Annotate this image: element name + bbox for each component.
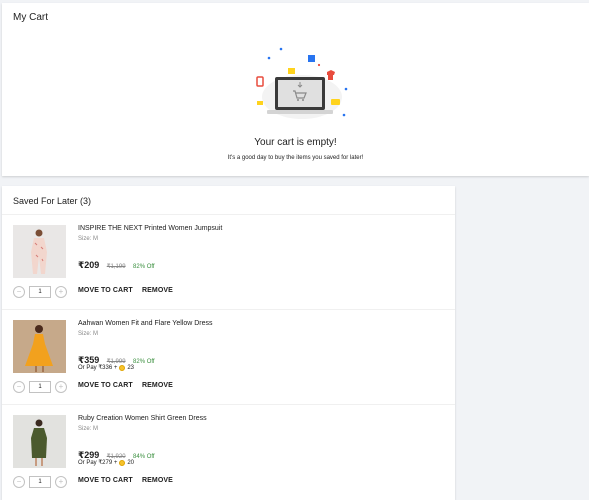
saved-item: INSPIRE THE NEXT Printed Women Jumpsuit … <box>2 215 455 310</box>
coin-amount: 20 <box>127 459 135 466</box>
remove-button[interactable]: REMOVE <box>142 382 173 389</box>
product-size: Size: M <box>78 331 99 337</box>
supercoin-icon <box>119 459 126 466</box>
discount-label: 82% Off <box>133 359 155 365</box>
decrease-quantity-button[interactable]: − <box>13 475 25 488</box>
remove-button[interactable]: REMOVE <box>142 287 173 294</box>
discount-label: 84% Off <box>133 454 155 460</box>
product-name[interactable]: INSPIRE THE NEXT Printed Women Jumpsuit <box>78 225 222 232</box>
empty-cart-heading: Your cart is empty! <box>254 137 337 148</box>
saved-item: Ruby Creation Women Shirt Green Dress Si… <box>2 405 455 500</box>
move-to-cart-button[interactable]: MOVE TO CART <box>78 477 133 484</box>
quantity-input[interactable]: 1 <box>29 475 51 488</box>
jumpsuit-image <box>13 225 66 278</box>
decrease-quantity-button[interactable]: − <box>13 380 25 393</box>
saved-for-later-title: Saved For Later (3) <box>13 196 92 206</box>
product-size: Size: M <box>78 426 99 432</box>
yellow-dress-image <box>13 320 66 373</box>
move-to-cart-button[interactable]: MOVE TO CART <box>78 287 133 294</box>
my-cart-card: My Cart Your cart is empty! It's a good … <box>2 3 589 176</box>
product-size: Size: M <box>78 236 99 242</box>
saved-for-later-card: Saved For Later (3) INSPIRE THE NEXT Pri… <box>2 186 455 500</box>
empty-cart-subtext: It's a good day to buy the items you sav… <box>227 155 364 161</box>
product-name[interactable]: Aahwan Women Fit and Flare Yellow Dress <box>78 320 213 327</box>
remove-button[interactable]: REMOVE <box>142 477 173 484</box>
quantity-input[interactable]: 1 <box>29 380 51 393</box>
quantity-stepper: − 1 + <box>13 285 67 298</box>
decrease-quantity-button[interactable]: − <box>13 285 25 298</box>
product-image[interactable] <box>13 415 66 468</box>
product-image[interactable] <box>13 225 66 278</box>
increase-quantity-button[interactable]: + <box>55 380 67 393</box>
quantity-stepper: − 1 + <box>13 475 67 488</box>
discount-label: 82% Off <box>133 264 155 270</box>
move-to-cart-button[interactable]: MOVE TO CART <box>78 382 133 389</box>
product-image[interactable] <box>13 320 66 373</box>
pay-amount: Or Pay ₹336 + <box>78 365 118 371</box>
coin-amount: 23 <box>127 364 135 371</box>
increase-quantity-button[interactable]: + <box>55 475 67 488</box>
pay-amount: Or Pay ₹279 + <box>78 460 118 466</box>
increase-quantity-button[interactable]: + <box>55 285 67 298</box>
quantity-input[interactable]: 1 <box>29 285 51 298</box>
product-name[interactable]: Ruby Creation Women Shirt Green Dress <box>78 415 207 422</box>
selling-price: ₹209 <box>78 260 100 270</box>
my-cart-title: My Cart <box>13 12 48 23</box>
supercoin-offer: Or Pay ₹279 + 20 <box>78 459 134 466</box>
saved-item: Aahwan Women Fit and Flare Yellow Dress … <box>2 310 455 405</box>
price-row: ₹209 ₹1,199 82% Off <box>78 255 155 273</box>
green-dress-image <box>13 415 66 468</box>
empty-cart-illustration <box>247 45 357 125</box>
supercoin-icon <box>119 364 126 371</box>
quantity-stepper: − 1 + <box>13 380 67 393</box>
supercoin-offer: Or Pay ₹336 + 23 <box>78 364 134 371</box>
original-price: ₹1,199 <box>106 264 126 270</box>
